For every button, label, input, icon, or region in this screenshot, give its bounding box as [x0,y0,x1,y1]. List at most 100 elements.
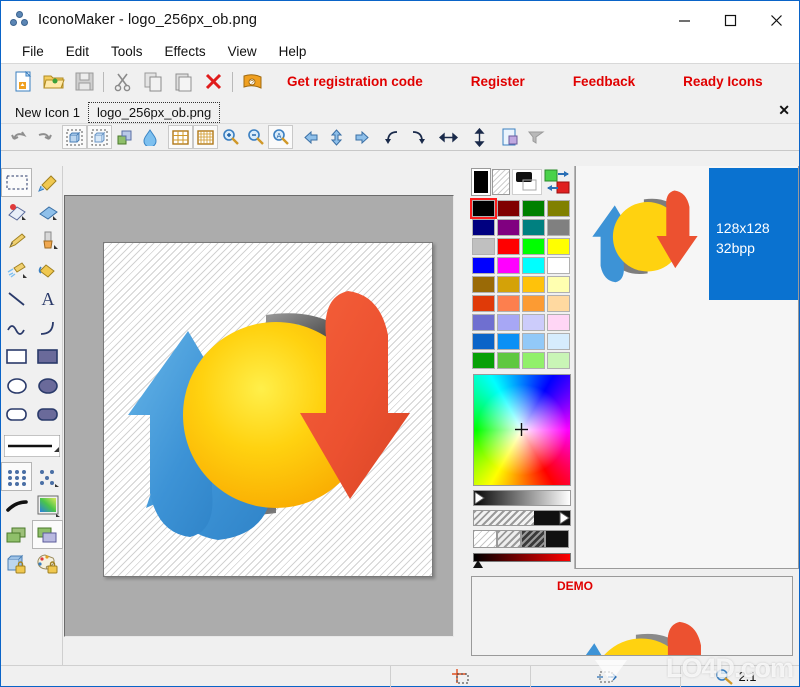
color-swatch[interactable] [546,313,571,332]
open-folder-icon[interactable] [39,67,69,97]
get-registration-code-link[interactable]: Get registration code [287,74,423,89]
background-color-swatch[interactable] [492,169,510,195]
color-swatch[interactable] [496,294,521,313]
color-swatch[interactable] [546,332,571,351]
cube-lock-icon[interactable] [1,549,32,578]
arrow-right-icon[interactable] [349,125,374,149]
demo-preview-area[interactable]: DEMO [471,576,793,656]
page-lock-icon[interactable] [498,125,523,149]
palette-lock-icon[interactable] [32,549,63,578]
dots-sparse-icon[interactable] [32,462,63,491]
red-slider[interactable] [472,553,571,568]
layer-front-icon[interactable] [32,520,63,549]
fg-bg-overlap-indicator[interactable] [512,169,542,195]
tab-logo-256px-ob[interactable]: logo_256px_ob.png [88,102,221,123]
color-swatch[interactable] [521,256,546,275]
color-swatch[interactable] [471,332,496,351]
canvas-background[interactable] [64,195,454,637]
paintbrush-icon[interactable] [32,226,63,255]
hatch-swatch[interactable] [496,530,521,548]
select-cube-icon[interactable] [62,125,87,149]
rotate-right-icon[interactable] [405,125,430,149]
register-link[interactable]: Register [471,74,525,89]
paint-bucket-icon[interactable] [32,255,63,284]
foreground-color-swatch[interactable] [470,168,492,196]
line-width-selector[interactable] [1,433,63,459]
rect-select-icon[interactable] [1,168,32,197]
menu-effects[interactable]: Effects [154,42,217,61]
eraser-blue-icon[interactable] [32,197,63,226]
rectangle-icon[interactable] [1,342,32,371]
grid-fine-icon[interactable] [193,125,218,149]
brush-stroke-icon[interactable] [1,491,32,520]
image-canvas[interactable] [103,242,433,577]
menu-edit[interactable]: Edit [55,42,100,61]
color-swatch[interactable] [471,294,496,313]
copy-icon[interactable] [138,67,168,97]
eraser-red-icon[interactable] [1,197,32,226]
hatch-swatch[interactable] [544,530,569,548]
filled-ellipse-icon[interactable] [32,371,63,400]
airbrush-icon[interactable] [1,255,32,284]
color-swatch[interactable] [471,351,496,370]
hatch-swatch[interactable] [520,530,545,548]
undo-icon[interactable] [6,125,31,149]
grayscale-ramp[interactable] [472,490,571,506]
layer-back-icon[interactable] [1,520,32,549]
color-swatch[interactable] [546,275,571,294]
new-file-icon[interactable] [9,67,39,97]
maximize-button[interactable] [707,1,753,39]
color-swatch[interactable] [521,218,546,237]
color-swatch[interactable] [546,256,571,275]
hatch-swatch[interactable] [472,530,497,548]
color-swatch[interactable] [546,237,571,256]
color-swatch[interactable] [496,351,521,370]
grid-icon[interactable] [168,125,193,149]
color-swatch[interactable] [496,218,521,237]
eyedropper-icon[interactable] [32,168,63,197]
color-swatch[interactable] [546,294,571,313]
color-swatch[interactable] [521,313,546,332]
color-swatch[interactable] [546,351,571,370]
rounded-rect-icon[interactable] [1,400,32,429]
deselect-cube-icon[interactable] [87,125,112,149]
zoom-fit-icon[interactable]: A [268,125,293,149]
filled-rectangle-icon[interactable] [32,342,63,371]
color-swatch[interactable] [521,237,546,256]
color-swatch[interactable] [496,275,521,294]
zoom-out-icon[interactable] [243,125,268,149]
color-swatch[interactable] [470,198,497,219]
flip-vertical-icon[interactable] [467,125,492,149]
color-swatch[interactable] [471,256,496,275]
color-swatch[interactable] [471,313,496,332]
rotate-left-icon[interactable] [380,125,405,149]
color-swatch[interactable] [496,313,521,332]
pencil-icon[interactable] [1,226,32,255]
minimize-button[interactable] [661,1,707,39]
color-swatch[interactable] [496,256,521,275]
ready-icons-link[interactable]: Ready Icons [683,74,763,89]
color-swatch[interactable] [521,332,546,351]
menu-view[interactable]: View [217,42,268,61]
color-swatch[interactable] [496,332,521,351]
flip-horizontal-icon[interactable] [436,125,461,149]
color-swatch[interactable] [471,218,496,237]
menu-help[interactable]: Help [268,42,318,61]
color-swatch[interactable] [521,351,546,370]
close-button[interactable] [753,1,799,39]
cut-scissors-icon[interactable] [108,67,138,97]
tab-new-icon-1[interactable]: New Icon 1 [7,102,89,123]
delete-x-icon[interactable] [198,67,228,97]
color-swatch[interactable] [471,275,496,294]
menu-file[interactable]: File [11,42,55,61]
color-wheel-picker[interactable] [472,374,571,486]
gradient-swatch-icon[interactable] [32,491,63,520]
arc-icon[interactable] [32,313,63,342]
color-swatch[interactable] [521,199,546,218]
ellipse-icon[interactable] [1,371,32,400]
color-swatch[interactable] [496,237,521,256]
line-icon[interactable] [1,284,32,313]
hatch-ramp[interactable] [472,510,571,526]
color-swatch[interactable] [546,199,571,218]
redo-icon[interactable] [31,125,56,149]
